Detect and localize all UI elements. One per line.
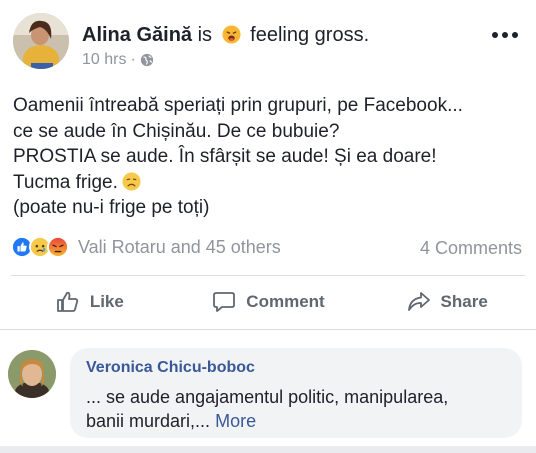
post-text-line-with-emoji: Tucma frige. xyxy=(13,170,523,196)
sick-face-emoji-icon xyxy=(222,25,241,44)
meta-separator: · xyxy=(130,51,136,68)
share-button[interactable]: Share xyxy=(357,276,536,328)
post-timestamp[interactable]: 10 hrs xyxy=(82,51,126,69)
comment-text-line: ... se aude angajamentul politic, manipu… xyxy=(86,387,449,407)
post-meta: 10 hrs · xyxy=(82,51,154,69)
feed-separator xyxy=(0,446,536,453)
like-button[interactable]: Like xyxy=(0,276,179,328)
comment-text: ... se aude angajamentul politic, manipu… xyxy=(86,385,506,433)
post-text-line: Tucma frige. xyxy=(13,171,118,193)
comment-icon xyxy=(213,292,236,312)
comment-text-line-2: banii murdari,... More xyxy=(86,409,506,433)
comment-button[interactable]: Comment xyxy=(179,276,358,328)
reaction-names[interactable]: Vali Rotaru and 45 others xyxy=(78,237,281,258)
comment-text-fragment: banii murdari,... xyxy=(86,411,211,431)
reactions-summary[interactable]: Vali Rotaru and 45 others xyxy=(11,236,281,258)
commenter-name[interactable]: Veronica Chicu-boboc xyxy=(86,359,506,377)
sad-face-emoji-icon xyxy=(122,171,141,191)
post-text-line: (poate nu-i frige pe toți) xyxy=(13,197,210,218)
post-text: Oamenii întreabă speriați prin grupuri, … xyxy=(13,93,523,221)
author-avatar[interactable] xyxy=(13,13,69,69)
more-options-icon[interactable] xyxy=(492,30,518,40)
post-text-line: PROSTIA se aude. În sfârșit se aude! Și … xyxy=(13,146,437,167)
is-text: is xyxy=(197,24,213,46)
post-text-line: ce se aude în Chișinău. De ce bubuie? xyxy=(13,120,340,142)
divider xyxy=(0,329,536,330)
post-header-line: Alina Găină is feeling gross. xyxy=(82,24,369,47)
post-text-line: Oamenii întreabă speriați prin grupuri, … xyxy=(13,95,463,116)
like-icon xyxy=(56,291,78,312)
commenter-avatar[interactable] xyxy=(8,350,56,398)
author-name[interactable]: Alina Găină xyxy=(82,24,192,46)
angry-reaction-icon xyxy=(47,236,69,258)
share-label: Share xyxy=(440,292,488,311)
share-icon xyxy=(407,292,430,311)
comments-count[interactable]: 4 Comments xyxy=(420,238,522,259)
globe-icon[interactable] xyxy=(140,53,154,67)
reaction-icons xyxy=(11,236,69,258)
facebook-post: Alina Găină is feeling gross. 10 hrs · O… xyxy=(0,0,536,453)
like-label: Like xyxy=(89,292,124,311)
post-actions-bar: Like Comment Share xyxy=(0,276,536,328)
see-more-link[interactable]: More xyxy=(215,411,256,431)
comment-bubble: Veronica Chicu-boboc ... se aude angajam… xyxy=(70,348,522,438)
feeling-text[interactable]: feeling gross. xyxy=(250,24,369,46)
comment-label: Comment xyxy=(246,292,325,311)
